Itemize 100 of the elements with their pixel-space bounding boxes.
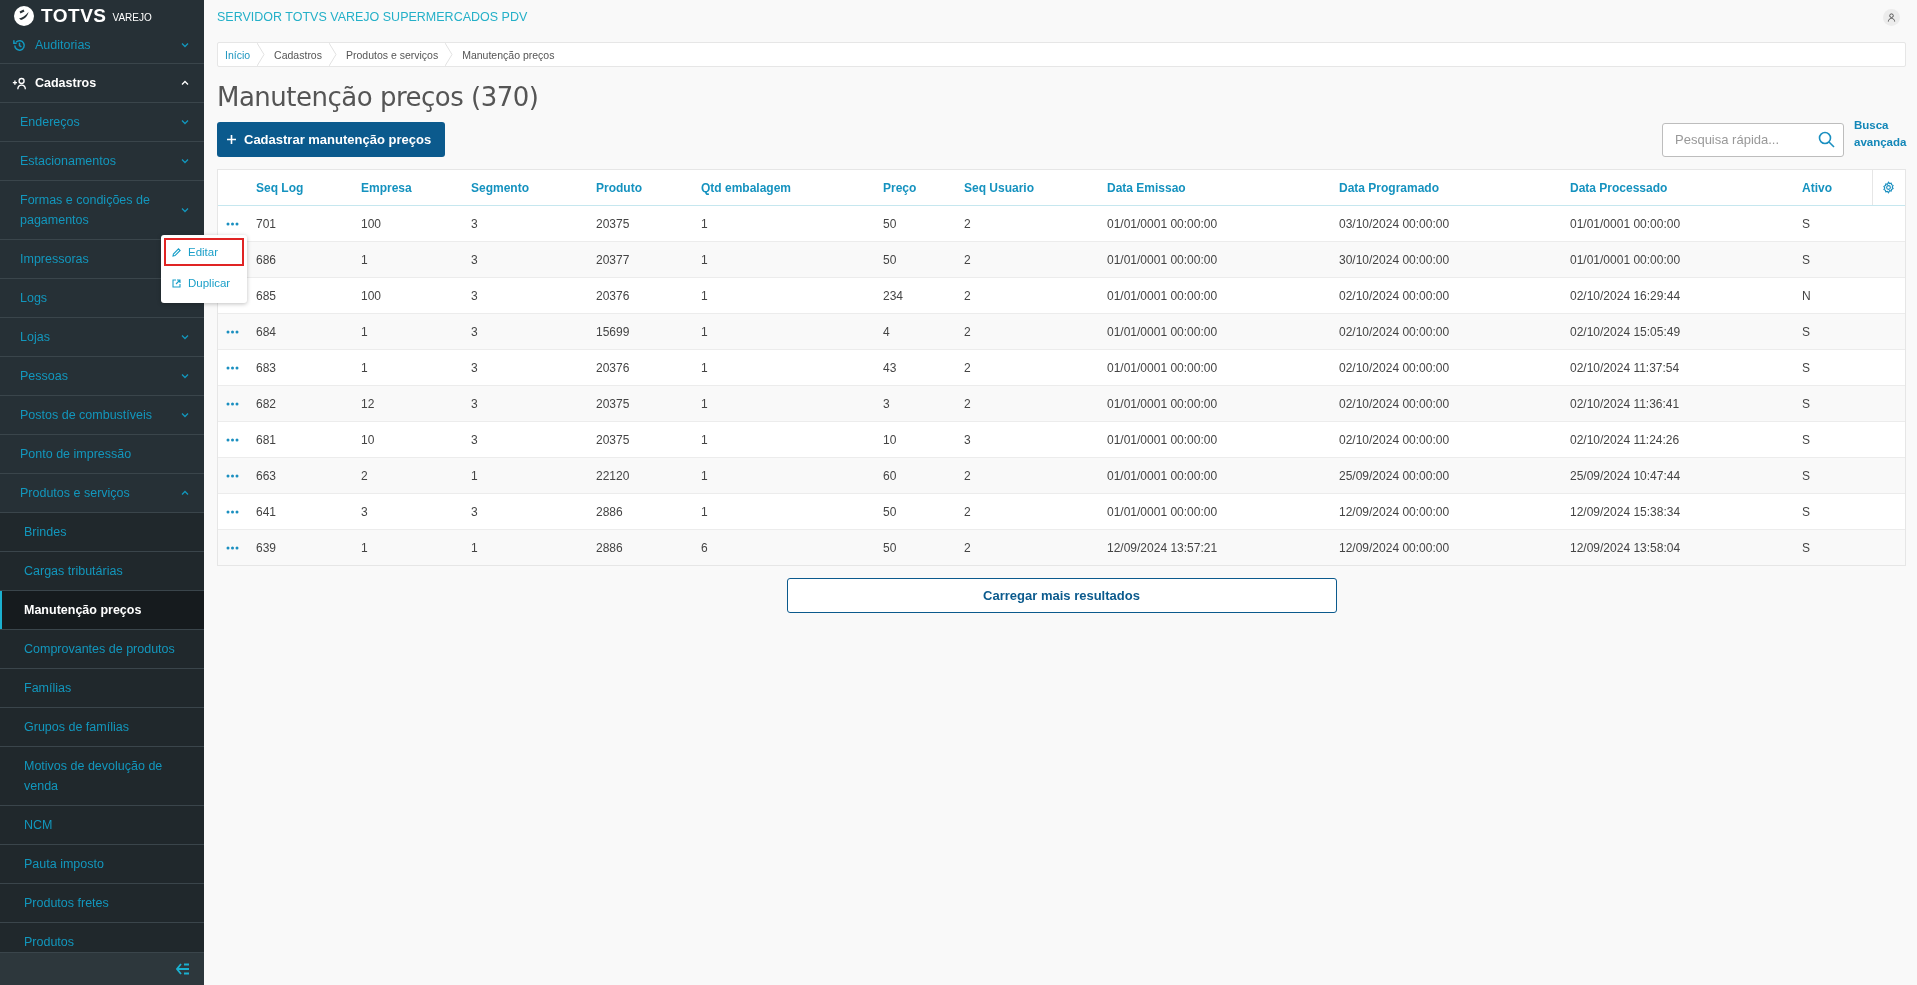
sidebar-item[interactable]: Brindes xyxy=(0,513,204,552)
sidebar-item[interactable]: Grupos de famílias xyxy=(0,708,204,747)
table-cell: 684 xyxy=(256,324,277,339)
table-cell: 01/01/0001 00:00:00 xyxy=(1570,252,1681,267)
more-icon[interactable] xyxy=(226,545,239,550)
more-icon[interactable] xyxy=(226,365,239,370)
table-cell: 701 xyxy=(256,216,277,231)
table-cell: 02/10/2024 15:05:49 xyxy=(1570,324,1681,339)
table-cell: 50 xyxy=(883,540,897,555)
table-cell: 2 xyxy=(964,468,971,483)
load-more-button[interactable]: Carregar mais resultados xyxy=(786,578,1337,613)
breadcrumb-item[interactable]: Produtos e serviços xyxy=(345,48,439,61)
sidebar-item[interactable]: Produtos xyxy=(0,923,204,952)
table-cell: 01/01/0001 00:00:00 xyxy=(1107,360,1218,375)
table-cell: 1 xyxy=(361,360,368,375)
breadcrumb-item[interactable]: Cadastros xyxy=(274,48,322,61)
table-cell: 100 xyxy=(361,216,382,231)
table-cell: 12/09/2024 13:57:21 xyxy=(1107,540,1218,555)
column-header[interactable]: Produto xyxy=(596,180,642,195)
table-cell: 03/10/2024 00:00:00 xyxy=(1339,216,1450,231)
advanced-search-link[interactable]: Busca avançada xyxy=(1854,116,1906,151)
table-cell: 686 xyxy=(256,252,277,267)
table-cell: 2 xyxy=(964,216,971,231)
table-cell: 01/01/0001 00:00:00 xyxy=(1107,396,1218,411)
table-cell: 683 xyxy=(256,360,277,375)
product-name: VAREJO xyxy=(112,11,152,24)
sidebar-item[interactable]: Motivos de devolução de venda xyxy=(0,747,204,806)
table-cell: 100 xyxy=(361,288,382,303)
table-cell: 2 xyxy=(361,468,368,483)
add-button[interactable]: Cadastrar manutenção preços xyxy=(217,122,446,157)
table-cell: 1 xyxy=(701,360,708,375)
search-icon[interactable] xyxy=(1818,130,1835,148)
more-icon[interactable] xyxy=(226,437,239,442)
table-cell: 12/09/2024 00:00:00 xyxy=(1339,504,1450,519)
table-cell: 1 xyxy=(701,324,708,339)
table-cell: 1 xyxy=(701,432,708,447)
column-header[interactable]: Seq Log xyxy=(256,180,304,195)
more-icon[interactable] xyxy=(226,401,239,406)
table-cell: 01/01/0001 00:00:00 xyxy=(1107,432,1218,447)
sidebar-item[interactable]: Comprovantes de produtos xyxy=(0,630,204,669)
table-cell: 01/01/0001 00:00:00 xyxy=(1107,288,1218,303)
table-cell: 02/10/2024 00:00:00 xyxy=(1339,288,1450,303)
column-header[interactable]: Data Programado xyxy=(1339,180,1440,195)
external-link-icon xyxy=(172,278,181,288)
table-cell: 1 xyxy=(701,252,708,267)
column-header[interactable]: Preço xyxy=(883,180,917,195)
table-cell: 1 xyxy=(361,324,368,339)
sidebar-item[interactable]: Produtos fretes xyxy=(0,884,204,923)
sidebar-item[interactable]: Cargas tributárias xyxy=(0,552,204,591)
table-cell: 02/10/2024 00:00:00 xyxy=(1339,360,1450,375)
add-user-icon xyxy=(12,75,27,91)
table-cell: 234 xyxy=(883,288,904,303)
column-header[interactable]: Seq Usuario xyxy=(964,180,1035,195)
table-cell: 3 xyxy=(471,504,478,519)
sidebar-item[interactable]: NCM xyxy=(0,806,204,845)
table-cell: 2 xyxy=(964,252,971,267)
column-header[interactable]: Segmento xyxy=(471,180,529,195)
table-cell: 25/09/2024 00:00:00 xyxy=(1339,468,1450,483)
table-cell: 2 xyxy=(964,540,971,555)
table-cell: 3 xyxy=(471,288,478,303)
table-cell: 681 xyxy=(256,432,277,447)
table-cell: 2 xyxy=(964,360,971,375)
table-cell: 12/09/2024 15:38:34 xyxy=(1570,504,1681,519)
more-icon[interactable] xyxy=(226,221,239,226)
column-header[interactable]: Data Emissao xyxy=(1107,180,1186,195)
brand-name: TOTVS xyxy=(41,6,107,26)
sidebar-item[interactable]: Famílias xyxy=(0,669,204,708)
more-icon[interactable] xyxy=(226,509,239,514)
breadcrumb-item[interactable]: Início xyxy=(225,48,251,61)
table-cell: S xyxy=(1802,396,1810,411)
column-header[interactable]: Data Processado xyxy=(1570,180,1668,195)
table-cell: 2 xyxy=(964,324,971,339)
table-cell: 685 xyxy=(256,288,277,303)
column-header[interactable]: Empresa xyxy=(361,180,412,195)
sidebar-item[interactable]: Manutenção preços xyxy=(0,591,204,630)
table-cell: S xyxy=(1802,504,1810,519)
table-cell: S xyxy=(1802,540,1810,555)
table-cell: 1 xyxy=(471,468,478,483)
table-cell: 2886 xyxy=(596,504,623,519)
table-cell: 1 xyxy=(701,396,708,411)
column-header[interactable]: Qtd embalagem xyxy=(701,180,792,195)
table-cell: 3 xyxy=(471,324,478,339)
table-cell: S xyxy=(1802,432,1810,447)
table-cell: 10 xyxy=(361,432,375,447)
table-cell: S xyxy=(1802,216,1810,231)
more-icon[interactable] xyxy=(226,473,239,478)
avatar-icon[interactable] xyxy=(1883,8,1900,26)
column-header[interactable]: Ativo xyxy=(1802,180,1832,195)
table-cell: 10 xyxy=(883,432,897,447)
table-cell: 20376 xyxy=(596,360,630,375)
page-title: Manutenção preços (370) xyxy=(217,81,540,114)
sidebar-item[interactable]: Pauta imposto xyxy=(0,845,204,884)
settings-icon[interactable] xyxy=(1881,181,1895,194)
table-cell: 1 xyxy=(361,252,368,267)
search-field[interactable]: Pesquisa rápida... xyxy=(1662,122,1844,157)
table-cell: 20375 xyxy=(596,396,630,411)
table-cell: 3 xyxy=(964,432,971,447)
collapse-menu-icon[interactable] xyxy=(176,963,190,975)
table-cell: 01/01/0001 00:00:00 xyxy=(1107,468,1218,483)
more-icon[interactable] xyxy=(226,329,239,334)
